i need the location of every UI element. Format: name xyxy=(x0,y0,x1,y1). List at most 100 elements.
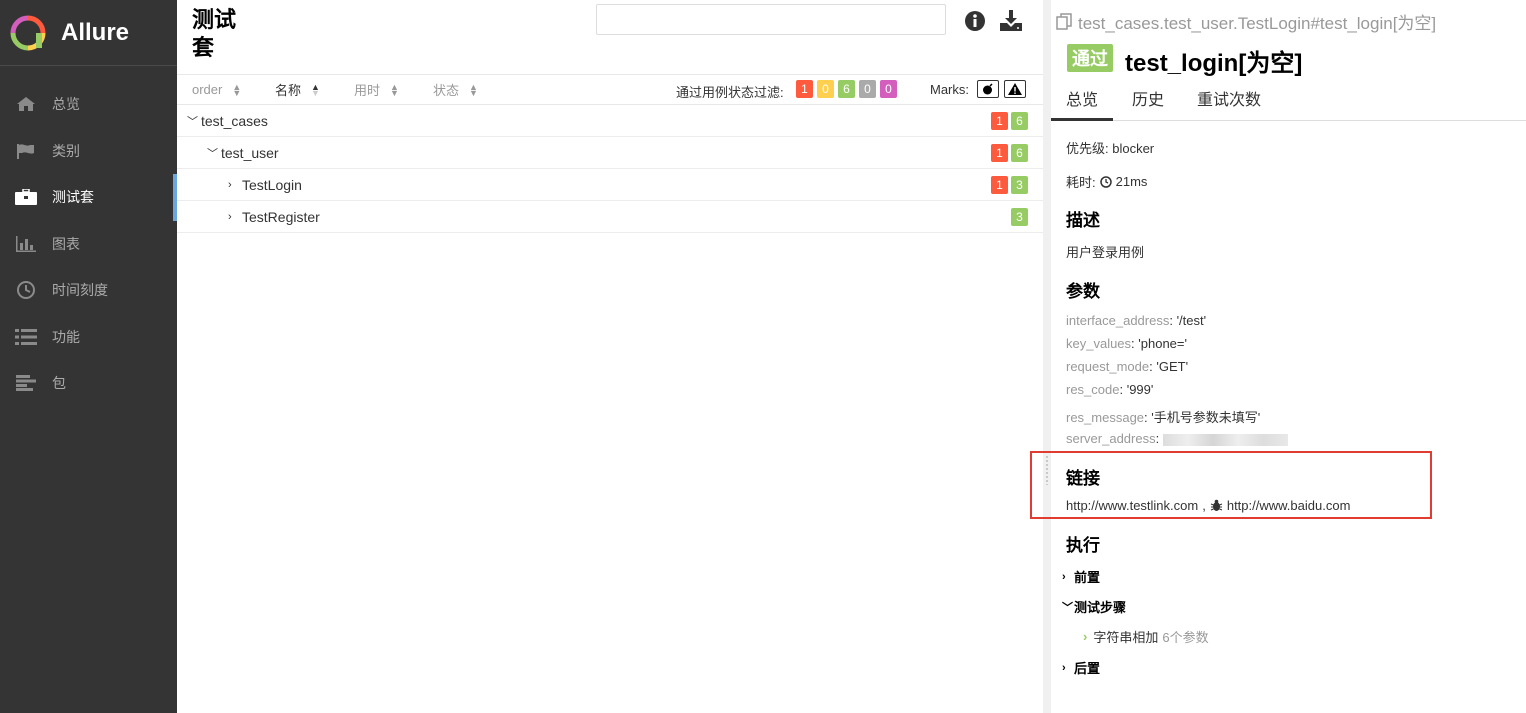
filter-failed-toggle[interactable]: 1 xyxy=(796,80,813,98)
sort-icon: ▲ ▼ xyxy=(469,81,478,98)
passed-count-badge: 3 xyxy=(1011,207,1028,226)
tree-row-testregister[interactable]: › TestRegister 3 xyxy=(177,201,1043,233)
allure-logo-icon xyxy=(10,15,46,51)
suites-pane: 测试 套 order ▲ ▼ 名称 ▲ ▼ 用时 ▲ ▼ 状态 ▲ ▼ 通过用例状态过滤… xyxy=(177,0,1043,713)
test-title: test_login[为空] xyxy=(1125,50,1303,77)
search-input[interactable] xyxy=(596,4,946,35)
clock-icon xyxy=(14,280,38,300)
tab-overview[interactable]: 总览 xyxy=(1051,81,1113,121)
description-heading: 描述 xyxy=(1066,211,1100,230)
column-label: 状态 xyxy=(433,83,460,98)
sort-duration-column[interactable]: 用时 ▲ ▼ xyxy=(354,75,399,104)
failed-count-badge: 1 xyxy=(991,143,1008,162)
links-highlight-box xyxy=(1030,451,1432,519)
param-value: '999' xyxy=(1126,382,1154,397)
pane-splitter[interactable] xyxy=(1043,0,1051,713)
test-detail-pane: test_cases.test_user.TestLogin#test_logi… xyxy=(1051,0,1526,713)
description-text: 用户登录用例 xyxy=(1066,245,1145,260)
param-value: '手机号参数未填写' xyxy=(1151,410,1261,425)
test-full-name: test_cases.test_user.TestLogin#test_logi… xyxy=(1078,14,1437,33)
tree-node-counts: 3 xyxy=(1011,207,1028,226)
param-key: res_code xyxy=(1066,382,1120,397)
tree-toolbar: order ▲ ▼ 名称 ▲ ▼ 用时 ▲ ▼ 状态 ▲ ▼ 通过用例状态过滤: 1 0… xyxy=(177,74,1043,105)
tree-node-counts: 1 6 xyxy=(991,143,1028,162)
teardown-label: 后置 xyxy=(1074,661,1101,676)
passed-count-badge: 3 xyxy=(1011,175,1028,194)
flaky-mark-toggle[interactable] xyxy=(977,80,999,98)
tree-row-test-cases[interactable]: ﹀ test_cases 1 6 xyxy=(177,105,1043,137)
sidebar-item-timeline[interactable]: 时间刻度 xyxy=(0,267,177,314)
status-filter-label: 通过用例状态过滤: xyxy=(676,85,784,100)
filter-passed-toggle[interactable]: 6 xyxy=(838,80,855,98)
param-row: interface_address: '/test' xyxy=(1066,313,1207,328)
teardown-toggle[interactable]: › 后置 xyxy=(1062,658,1100,677)
priority-field: 优先级: blocker xyxy=(1066,141,1155,156)
sidebar-item-behaviors[interactable]: 功能 xyxy=(0,314,177,361)
tab-retries[interactable]: 重试次数 xyxy=(1196,81,1262,121)
home-icon xyxy=(14,94,38,114)
passed-count-badge: 6 xyxy=(1011,111,1028,130)
sort-name-column[interactable]: 名称 ▲ ▼ xyxy=(275,75,320,104)
column-label: 名称 xyxy=(275,83,302,98)
sidebar-item-label: 包 xyxy=(52,375,66,392)
chevron-right-icon: › xyxy=(228,178,232,191)
sidebar-item-packages[interactable]: 包 xyxy=(0,360,177,407)
sidebar-nav: 总览 类别 测试套 图表 时间刻度 功能 包 xyxy=(0,81,177,407)
new-failed-mark-toggle[interactable] xyxy=(1004,80,1026,98)
sort-status-column[interactable]: 状态 ▲ ▼ xyxy=(433,75,478,104)
failed-count-badge: 1 xyxy=(991,175,1008,194)
step-row[interactable]: › 字符串相加 6个参数 xyxy=(1083,627,1209,646)
test-body-label: 测试步骤 xyxy=(1074,600,1127,615)
briefcase-icon xyxy=(14,187,38,207)
copy-icon[interactable] xyxy=(1056,12,1074,31)
sidebar-item-label: 类别 xyxy=(52,142,80,159)
bar-chart-icon xyxy=(14,234,38,254)
tree-row-testlogin[interactable]: › TestLogin 1 3 xyxy=(177,169,1043,201)
warning-icon xyxy=(1008,83,1022,95)
tab-history[interactable]: 历史 xyxy=(1130,81,1166,121)
brand[interactable]: Allure xyxy=(0,0,177,66)
sidebar-item-overview[interactable]: 总览 xyxy=(0,81,177,128)
sidebar-item-suites[interactable]: 测试套 xyxy=(0,174,177,221)
status-filter: 1 0 6 0 0 xyxy=(796,80,897,98)
chevron-right-icon: › xyxy=(1062,661,1066,674)
test-body-toggle[interactable]: ﹀ 测试步骤 xyxy=(1062,597,1126,616)
filter-skipped-toggle[interactable]: 0 xyxy=(859,80,876,98)
sidebar-item-label: 功能 xyxy=(52,328,80,345)
sidebar-item-label: 测试套 xyxy=(52,189,94,206)
list-icon xyxy=(14,327,38,347)
param-key: request_mode xyxy=(1066,359,1150,374)
filter-broken-toggle[interactable]: 0 xyxy=(817,80,834,98)
page-title-line: 测试 xyxy=(192,7,237,32)
setup-toggle[interactable]: › 前置 xyxy=(1062,567,1100,586)
step-params-count: 6个参数 xyxy=(1162,630,1209,645)
param-value: 'GET' xyxy=(1156,359,1189,374)
align-left-icon xyxy=(14,373,38,393)
duration-label: 耗时: xyxy=(1066,175,1096,190)
sidebar-item-graphs[interactable]: 图表 xyxy=(0,221,177,268)
sort-icon: ▲ ▼ xyxy=(390,81,399,98)
passed-count-badge: 6 xyxy=(1011,143,1028,162)
tree-node-counts: 1 3 xyxy=(991,175,1028,194)
marks-label: Marks: xyxy=(930,82,969,97)
setup-label: 前置 xyxy=(1074,570,1101,585)
tree-node-name: TestRegister xyxy=(242,208,320,225)
page-title: 测试 套 xyxy=(192,6,252,62)
column-label: order xyxy=(192,82,223,97)
info-icon[interactable] xyxy=(963,9,987,33)
step-name: 字符串相加 xyxy=(1093,630,1159,645)
duration-value: 21ms xyxy=(1115,174,1148,189)
param-row: server_address: xyxy=(1066,431,1288,446)
chevron-right-icon: › xyxy=(228,210,232,223)
sort-order-column[interactable]: order ▲ ▼ xyxy=(192,75,241,104)
sort-icon: ▲ ▼ xyxy=(232,81,242,98)
sidebar-item-categories[interactable]: 类别 xyxy=(0,128,177,175)
sidebar-item-label: 时间刻度 xyxy=(52,282,108,299)
filter-unknown-toggle[interactable]: 0 xyxy=(880,80,897,98)
download-icon[interactable] xyxy=(999,9,1023,33)
duration-field: 耗时: 21ms xyxy=(1066,172,1147,191)
detail-tabs: 总览 历史 重试次数 xyxy=(1051,81,1526,121)
tree-row-test-user[interactable]: ﹀ test_user 1 6 xyxy=(177,137,1043,169)
param-key: interface_address xyxy=(1066,313,1170,328)
sort-icon: ▲ ▼ xyxy=(311,81,320,98)
